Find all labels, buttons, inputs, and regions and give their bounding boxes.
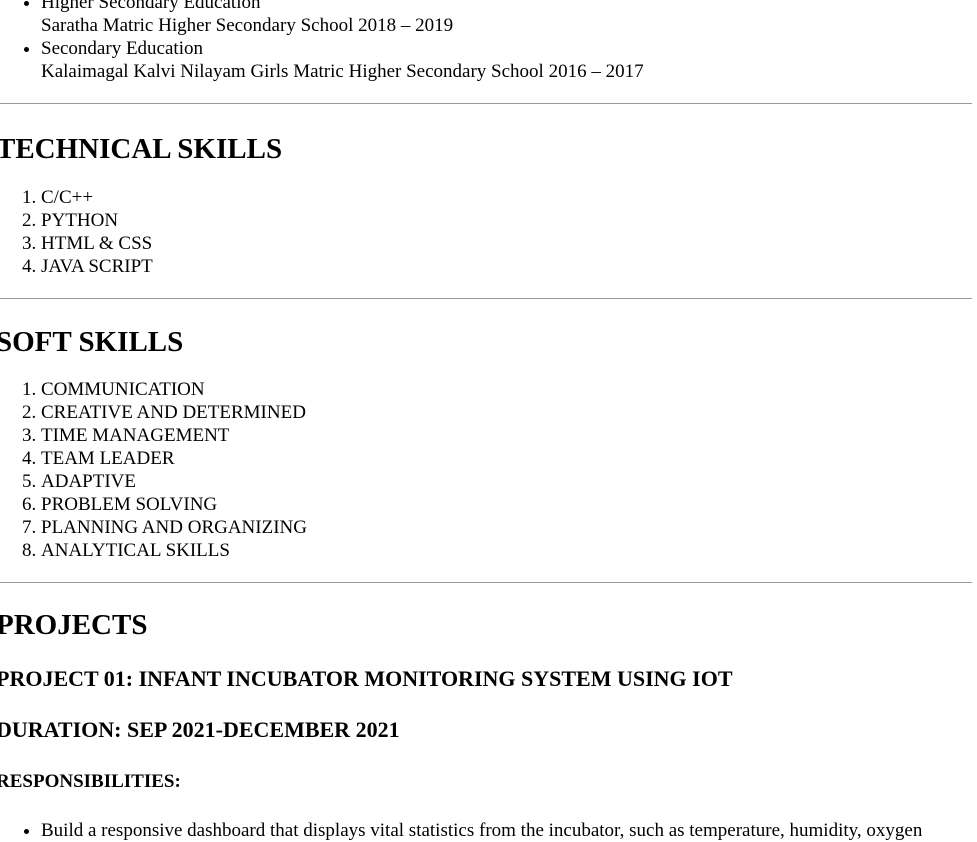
section-divider <box>0 103 972 104</box>
education-list: Higher Secondary Education Saratha Matri… <box>0 0 972 83</box>
soft-skill-item: ANALYTICAL SKILLS <box>41 539 972 562</box>
projects-heading: PROJECTS <box>0 609 148 641</box>
technical-skill-item: C/C++ <box>41 186 972 209</box>
soft-skills-section: SOFT SKILLS COMMUNICATION CREATIVE AND D… <box>0 325 972 562</box>
soft-skill-item: COMMUNICATION <box>41 378 972 401</box>
technical-skill-item: JAVA SCRIPT <box>41 255 972 278</box>
technical-skill-item: PYTHON <box>41 209 972 232</box>
resume-page: Higher Secondary Education Saratha Matri… <box>0 0 977 842</box>
responsibility-item: Build a responsive dashboard that displa… <box>41 819 972 842</box>
responsibilities-list: Build a responsive dashboard that displa… <box>0 819 972 842</box>
education-school: Saratha Matric Higher Secondary School 2… <box>41 15 454 36</box>
education-school: Kalaimagal Kalvi Nilayam Girls Matric Hi… <box>41 61 644 82</box>
project-duration: DURATION: SEP 2021-DECEMBER 2021 <box>0 717 400 742</box>
soft-skills-list: COMMUNICATION CREATIVE AND DETERMINED TI… <box>0 378 972 562</box>
resume-content: Higher Secondary Education Saratha Matri… <box>0 0 972 842</box>
soft-skill-item: TIME MANAGEMENT <box>41 424 972 447</box>
technical-skill-item: HTML & CSS <box>41 232 972 255</box>
section-divider <box>0 298 972 299</box>
projects-section: PROJECTS PROJECT 01: INFANT INCUBATOR MO… <box>0 608 972 842</box>
soft-skill-item: PROBLEM SOLVING <box>41 493 972 516</box>
responsibilities-label: RESPONSIBILITIES: <box>0 771 181 792</box>
education-item: Secondary Education Kalaimagal Kalvi Nil… <box>41 37 972 83</box>
technical-skills-list: C/C++ PYTHON HTML & CSS JAVA SCRIPT <box>0 186 972 278</box>
education-degree: Secondary Education <box>41 38 203 59</box>
technical-skills-section: TECHNICAL SKILLS C/C++ PYTHON HTML & CSS… <box>0 132 972 278</box>
project-title: PROJECT 01: INFANT INCUBATOR MONITORING … <box>0 666 733 691</box>
education-item: Higher Secondary Education Saratha Matri… <box>41 0 972 37</box>
education-degree: Higher Secondary Education <box>41 0 261 13</box>
technical-skills-heading: TECHNICAL SKILLS <box>0 133 283 165</box>
soft-skill-item: ADAPTIVE <box>41 470 972 493</box>
section-divider <box>0 582 972 583</box>
soft-skills-heading: SOFT SKILLS <box>0 326 184 358</box>
soft-skill-item: TEAM LEADER <box>41 447 972 470</box>
soft-skill-item: CREATIVE AND DETERMINED <box>41 401 972 424</box>
soft-skill-item: PLANNING AND ORGANIZING <box>41 516 972 539</box>
